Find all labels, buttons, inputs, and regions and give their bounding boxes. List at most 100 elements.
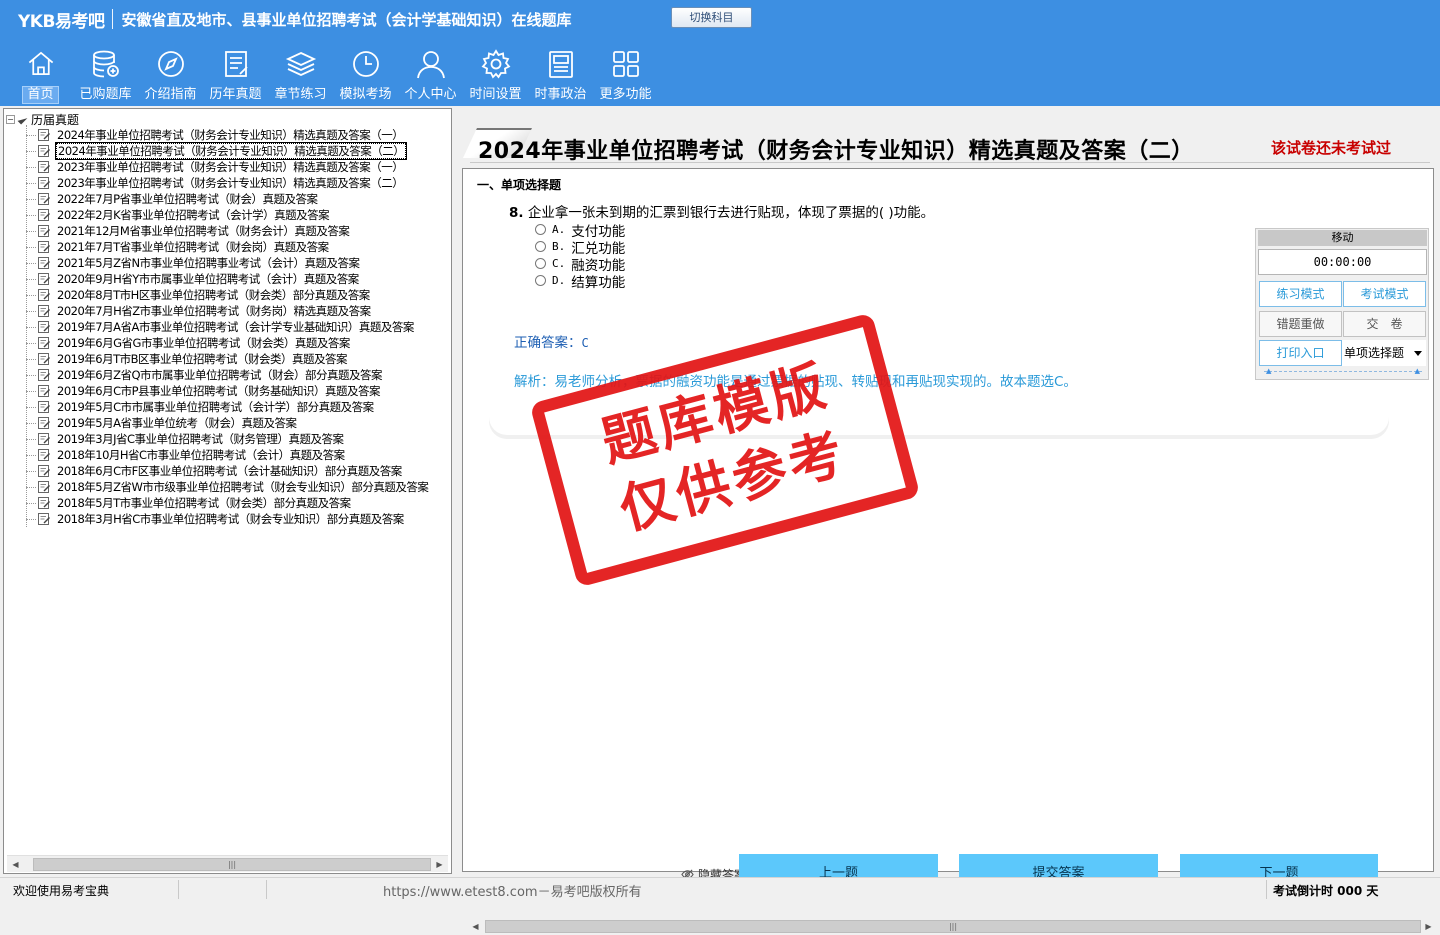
nav-label: 章节练习: [274, 87, 327, 102]
nav-more[interactable]: 更多功能: [593, 44, 658, 104]
move-handle[interactable]: 移动: [1258, 230, 1427, 246]
tree-item[interactable]: 2019年6月C市P县事业单位招聘考试（财务基础知识）真题及答案: [26, 383, 429, 399]
tree-item-label: 2022年2月K省事业单位招聘考试（会计学）真题及答案: [57, 208, 330, 222]
scroll-right-icon[interactable]: ▶: [1420, 918, 1437, 935]
status-welcome: 欢迎使用易考宝典: [13, 884, 110, 898]
tree-connector: [26, 518, 36, 520]
user-icon: [416, 51, 445, 79]
tree-connector: [26, 390, 36, 392]
tree-list: 2024年事业单位招聘考试（财务会计专业知识）精选真题及答案（一） 2024年事业…: [26, 127, 429, 527]
scroll-left-icon[interactable]: ◀: [7, 856, 24, 873]
tree-item-label: 2018年10月H省C市事业单位招聘考试（会计）真题及答案: [57, 448, 345, 462]
tree-item[interactable]: 2024年事业单位招聘考试（财务会计专业知识）精选真题及答案（一）: [26, 127, 429, 143]
exam-mode-button[interactable]: 考试模式: [1343, 281, 1426, 307]
tree-item[interactable]: 2020年7月H省Z市事业单位招聘考试（财务岗）精选真题及答案: [26, 303, 429, 319]
nav-purchased[interactable]: 已购题库: [73, 44, 138, 104]
radio-icon[interactable]: [535, 275, 546, 286]
tree-item[interactable]: 2021年5月Z省N市事业单位招聘事业考试（会计）真题及答案: [26, 255, 429, 271]
tree-item[interactable]: 2022年2月K省事业单位招聘考试（会计学）真题及答案: [26, 207, 429, 223]
edit-document-icon: [38, 161, 50, 173]
print-entry-button[interactable]: 打印入口: [1259, 340, 1342, 366]
tree-item-label: 2019年6月T市B区事业单位招聘考试（财会类）真题及答案: [57, 352, 348, 366]
nav-personal-center[interactable]: 个人中心: [398, 44, 463, 104]
home-icon: [28, 51, 53, 76]
collapse-icon[interactable]: −: [6, 114, 15, 124]
practice-mode-button[interactable]: 练习模式: [1259, 281, 1342, 307]
radio-icon[interactable]: [535, 241, 546, 252]
right-horizontal-scrollbar[interactable]: ◀ ||| ▶: [467, 918, 1437, 935]
switch-subject-button[interactable]: 切换科目: [671, 7, 752, 28]
tree-connector: [26, 374, 36, 376]
tree-item[interactable]: 2019年6月G省G市事业单位招聘考试（财会类）真题及答案: [26, 335, 429, 351]
tree-item[interactable]: 2020年9月H省Y市市属事业单位招聘考试（会计）真题及答案: [26, 271, 429, 287]
tree-item[interactable]: 2020年8月T市H区事业单位招聘考试（财会类）部分真题及答案: [26, 287, 429, 303]
panel-resize-bar[interactable]: ▲ ▲: [1264, 367, 1422, 375]
edit-document-icon: [38, 465, 50, 477]
option-a[interactable]: A. 支付功能: [535, 221, 625, 240]
scroll-thumb[interactable]: |||: [485, 920, 1421, 933]
section-title: 一、单项选择题: [477, 178, 562, 192]
left-horizontal-scrollbar[interactable]: ◀ ||| ▶: [7, 855, 448, 872]
tree-item[interactable]: 2021年7月T省事业单位招聘考试（财会岗）真题及答案: [26, 239, 429, 255]
tree-item[interactable]: 2018年5月Z省W市市级事业单位招聘考试（财会专业知识）部分真题及答案: [26, 479, 429, 495]
tree-item[interactable]: 2019年3月J省C事业单位招聘考试（财务管理）真题及答案: [26, 431, 429, 447]
nav-guide[interactable]: 介绍指南: [138, 44, 203, 104]
question-type-select[interactable]: 单项选择题: [1342, 340, 1426, 366]
tree-item[interactable]: 2018年6月C市F区事业单位招聘考试（会计基础知识）部分真题及答案: [26, 463, 429, 479]
question-type-value: 单项选择题: [1344, 346, 1405, 360]
tree-item[interactable]: 2023年事业单位招聘考试（财务会计专业知识）精选真题及答案（二）: [26, 175, 429, 191]
scroll-thumb[interactable]: |||: [33, 858, 431, 871]
panel-arrow-up-icon[interactable]: ▲: [1266, 367, 1271, 375]
tree-connector: [26, 454, 36, 456]
tree-connector: [26, 294, 36, 296]
edit-document-icon: [38, 321, 50, 333]
nav-mock-exam[interactable]: 模拟考场: [333, 44, 398, 104]
edit-document-icon: [38, 497, 50, 509]
tree-item[interactable]: 2024年事业单位招聘考试（财务会计专业知识）精选真题及答案（二）: [26, 142, 429, 160]
tree-item[interactable]: 2019年6月Z省Q市市属事业单位招聘考试（财会）部分真题及答案: [26, 367, 429, 383]
radio-icon[interactable]: [535, 224, 546, 235]
wrong-redo-button[interactable]: 错题重做: [1259, 311, 1342, 337]
app-title: 安徽省直及地市、县事业单位招聘考试（会计学基础知识）在线题库: [121, 10, 572, 29]
tree-item[interactable]: 2019年6月T市B区事业单位招聘考试（财会类）真题及答案: [26, 351, 429, 367]
exam-timer: 00:00:00: [1258, 249, 1427, 275]
answer-analysis: 解析：易老师分析，票据的融资功能是通过票据的贴现、转贴现和再贴现实现的。故本题选…: [514, 374, 1077, 390]
tree-item-label: 2023年事业单位招聘考试（财务会计专业知识）精选真题及答案（二）: [57, 176, 404, 190]
panel-arrow-up-icon[interactable]: ▲: [1415, 367, 1420, 375]
option-c[interactable]: C. 融资功能: [535, 255, 625, 274]
nav-past-exams[interactable]: 历年真题: [203, 44, 268, 104]
submit-paper-button[interactable]: 交 卷: [1343, 311, 1426, 337]
exam-tree-panel: − 历届真题 2024年事业单位招聘考试（财务会计专业知识）精选真题及答案（一）…: [3, 108, 452, 874]
tree-item[interactable]: 2018年3月H省C市事业单位招聘考试（财会专业知识）部分真题及答案: [26, 511, 429, 527]
tree-item[interactable]: 2023年事业单位招聘考试（财务会计专业知识）精选真题及答案（一）: [26, 159, 429, 175]
tree-root[interactable]: − 历届真题: [6, 111, 79, 127]
nav-current-affairs[interactable]: 时事政治: [528, 44, 593, 104]
scroll-right-icon[interactable]: ▶: [431, 856, 448, 873]
tree-item[interactable]: 2019年5月A省事业单位统考（财会）真题及答案: [26, 415, 429, 431]
nav-chapter-practice[interactable]: 章节练习: [268, 44, 333, 104]
tree-item[interactable]: 2018年5月T市事业单位招聘考试（财会类）部分真题及答案: [26, 495, 429, 511]
tree-item[interactable]: 2022年7月P省事业单位招聘考试（财会）真题及答案: [26, 191, 429, 207]
edit-document-icon: [38, 177, 50, 189]
tree-connector: [26, 246, 36, 248]
tree-item[interactable]: 2021年12月M省事业单位招聘考试（财务会计）真题及答案: [26, 223, 429, 239]
option-b[interactable]: B. 汇兑功能: [535, 238, 625, 257]
scroll-left-icon[interactable]: ◀: [467, 918, 484, 935]
tree-item[interactable]: 2019年7月A省A市事业单位招聘考试（会计学专业基础知识）真题及答案: [26, 319, 429, 335]
paper-title: 2024年事业单位招聘考试（财务会计专业知识）精选真题及答案（二）: [478, 139, 1194, 164]
edit-document-icon: [38, 257, 50, 269]
clock-icon: [352, 51, 379, 77]
tree-item[interactable]: 2019年5月C市市属事业单位招聘考试（会计学）部分真题及答案: [26, 399, 429, 415]
question-number: 8.: [509, 205, 524, 221]
dropdown-arrow-icon[interactable]: [1414, 351, 1422, 356]
option-d[interactable]: D. 结算功能: [535, 272, 625, 291]
tree-item[interactable]: 2018年10月H省C市事业单位招聘考试（会计）真题及答案: [26, 447, 429, 463]
answer-value: C: [581, 336, 589, 350]
radio-icon[interactable]: [535, 258, 546, 269]
nav-home[interactable]: 首页: [8, 44, 73, 104]
compass-icon: [157, 51, 184, 77]
edit-document-icon: [38, 481, 50, 493]
question-panel: 2024年事业单位招聘考试（财务会计专业知识）精选真题及答案（二） 该试卷还未考…: [462, 108, 1440, 935]
nav-time-settings[interactable]: 时间设置: [463, 44, 528, 104]
status-bar: 欢迎使用易考宝典 https://www.etest8.com－易考吧版权所有 …: [0, 877, 1440, 900]
